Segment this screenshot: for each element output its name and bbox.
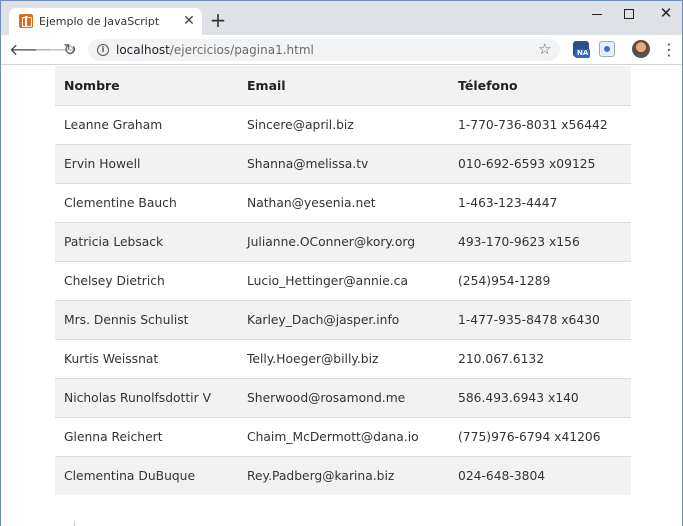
cell-phone: (254)954-1289 xyxy=(449,261,631,301)
users-table: Nombre Email Télefono Leanne Graham Sinc… xyxy=(55,66,631,495)
url-text[interactable]: localhost/ejercicios/pagina1.html xyxy=(116,43,314,57)
minimize-button[interactable] xyxy=(587,5,609,23)
xampp-icon xyxy=(19,14,33,28)
cell-name: Mrs. Dennis Schulist xyxy=(55,300,238,340)
arrow-right-icon[interactable]: 🡒 xyxy=(34,40,77,60)
tab-active[interactable]: Ejemplo de JavaScript ✕ xyxy=(9,8,202,35)
browser-toolbar: 🡐 🡒 ↻ i localhost/ejercicios/pagina1.htm… xyxy=(1,35,682,65)
cell-email: Nathan@yesenia.net xyxy=(238,183,449,223)
star-icon[interactable]: ☆ xyxy=(538,40,551,58)
cell-phone: 586.493.6943 x140 xyxy=(449,378,631,418)
table-header-row: Nombre Email Télefono xyxy=(55,66,631,106)
tab-strip: Ejemplo de JavaScript ✕ + ✕ xyxy=(1,1,682,35)
url-path: /ejercicios/pagina1.html xyxy=(169,43,314,57)
extension-icon[interactable]: NA xyxy=(573,41,591,58)
cell-name: Patricia Lebsack xyxy=(55,222,238,262)
cell-name: Nicholas Runolfsdottir V xyxy=(55,378,238,418)
page-content: Nombre Email Télefono Leanne Graham Sinc… xyxy=(1,65,682,526)
browser-window: Ejemplo de JavaScript ✕ + ✕ 🡐 🡒 ↻ i loca… xyxy=(0,0,683,526)
cell-name: Kurtis Weissnat xyxy=(55,339,238,379)
more-vertical-icon[interactable]: ⋮ xyxy=(661,40,677,60)
cell-name: Clementine Bauch xyxy=(55,183,238,223)
column-header-name: Nombre xyxy=(55,66,238,106)
avatar[interactable] xyxy=(632,40,650,58)
table-row: Leanne Graham Sincere@april.biz 1-770-73… xyxy=(55,105,631,145)
extension-badge: NA xyxy=(575,49,591,58)
table-row: Clementina DuBuque Rey.Padberg@karina.bi… xyxy=(55,456,631,495)
cell-email: Shanna@melissa.tv xyxy=(238,144,449,184)
cell-email: Lucio_Hettinger@annie.ca xyxy=(238,261,449,301)
table-row: Glenna Reichert Chaim_McDermott@dana.io … xyxy=(55,417,631,457)
cell-name: Ervin Howell xyxy=(55,144,238,184)
divider xyxy=(74,521,75,526)
cell-phone: 493-170-9623 x156 xyxy=(449,222,631,262)
cell-email: Rey.Padberg@karina.biz xyxy=(238,456,449,495)
cell-email: Karley_Dach@jasper.info xyxy=(238,300,449,340)
cell-phone: 010-692-6593 x09125 xyxy=(449,144,631,184)
cell-phone: 024-648-3804 xyxy=(449,456,631,495)
tab-title: Ejemplo de JavaScript xyxy=(39,15,160,28)
cell-phone: 1-463-123-4447 xyxy=(449,183,631,223)
table-row: Ervin Howell Shanna@melissa.tv 010-692-6… xyxy=(55,144,631,184)
cell-email: Chaim_McDermott@dana.io xyxy=(238,417,449,457)
cell-name: Glenna Reichert xyxy=(55,417,238,457)
cell-phone: 1-770-736-8031 x56442 xyxy=(449,105,631,145)
cell-phone: 1-477-935-8478 x6430 xyxy=(449,300,631,340)
column-header-email: Email xyxy=(238,66,449,106)
cell-name: Chelsey Dietrich xyxy=(55,261,238,301)
cell-name: Clementina DuBuque xyxy=(55,456,238,495)
cell-email: Julianne.OConner@kory.org xyxy=(238,222,449,262)
arrow-left-icon[interactable]: 🡐 xyxy=(9,40,52,60)
info-icon[interactable]: i xyxy=(97,44,109,56)
cell-name: Leanne Graham xyxy=(55,105,238,145)
extension-icon-2[interactable] xyxy=(599,41,615,57)
table-row: Mrs. Dennis Schulist Karley_Dach@jasper.… xyxy=(55,300,631,340)
reload-icon[interactable]: ↻ xyxy=(60,40,80,60)
maximize-button[interactable] xyxy=(618,5,640,23)
url-host: localhost xyxy=(116,43,170,57)
table-row: Kurtis Weissnat Telly.Hoeger@billy.biz 2… xyxy=(55,339,631,379)
table-row: Nicholas Runolfsdottir V Sherwood@rosamo… xyxy=(55,378,631,418)
address-bar[interactable]: i localhost/ejercicios/pagina1.html ☆ xyxy=(88,39,560,61)
column-header-phone: Télefono xyxy=(449,66,631,106)
cell-phone: 210.067.6132 xyxy=(449,339,631,379)
table-row: Chelsey Dietrich Lucio_Hettinger@annie.c… xyxy=(55,261,631,301)
table-row: Patricia Lebsack Julianne.OConner@kory.o… xyxy=(55,222,631,262)
close-window-button[interactable]: ✕ xyxy=(655,5,677,23)
cell-phone: (775)976-6794 x41206 xyxy=(449,417,631,457)
cell-email: Sherwood@rosamond.me xyxy=(238,378,449,418)
table-row: Clementine Bauch Nathan@yesenia.net 1-46… xyxy=(55,183,631,223)
cell-email: Telly.Hoeger@billy.biz xyxy=(238,339,449,379)
cell-email: Sincere@april.biz xyxy=(238,105,449,145)
close-tab-button[interactable]: ✕ xyxy=(181,13,197,29)
new-tab-button[interactable]: + xyxy=(209,10,227,30)
